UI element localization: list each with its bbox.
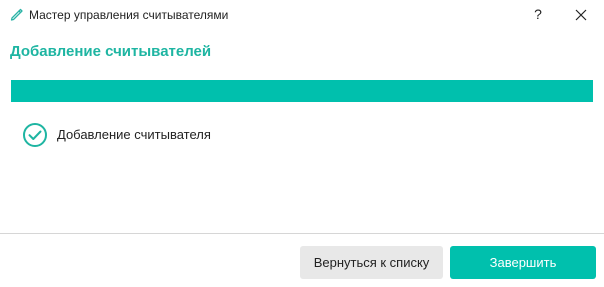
- window-title: Мастер управления считывателями: [29, 8, 229, 22]
- back-to-list-button[interactable]: Вернуться к списку: [300, 246, 443, 279]
- finish-button[interactable]: Завершить: [450, 246, 596, 279]
- progress-bar: [11, 80, 593, 102]
- window-titlebar: Мастер управления считывателями ?: [0, 0, 604, 30]
- close-icon: [575, 9, 587, 21]
- pen-icon: [9, 7, 23, 21]
- close-button[interactable]: [571, 5, 591, 25]
- help-button[interactable]: ?: [528, 4, 548, 24]
- page-title: Добавление считывателей: [10, 43, 212, 60]
- progress-bar-fill: [11, 80, 593, 102]
- check-circle-icon: [22, 122, 48, 148]
- step-label: Добавление считывателя: [57, 127, 211, 142]
- footer-divider: [0, 233, 604, 234]
